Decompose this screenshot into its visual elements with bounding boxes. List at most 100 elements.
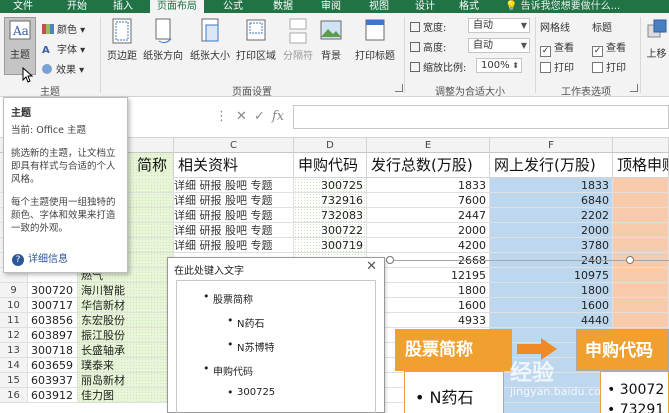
- cell-name[interactable]: 丽岛新材: [78, 373, 174, 388]
- cell-online-shares[interactable]: 2202: [490, 208, 613, 223]
- row-number[interactable]: 15: [0, 373, 28, 388]
- row-number[interactable]: 14: [0, 358, 28, 373]
- tab-format[interactable]: 格式: [452, 0, 486, 13]
- tab-insert[interactable]: 插入: [106, 0, 140, 13]
- column-header-c[interactable]: C: [174, 138, 294, 153]
- cell-online-shares[interactable]: 6840: [490, 193, 613, 208]
- theme-colors-button[interactable]: 颜色 ▾: [42, 21, 85, 36]
- enter-icon[interactable]: ✓: [254, 109, 265, 124]
- tab-home[interactable]: 开始: [60, 0, 94, 13]
- cell-total-shares[interactable]: 4200: [367, 238, 490, 253]
- cell-code[interactable]: 603659: [28, 358, 78, 373]
- cell-limit[interactable]: [613, 193, 669, 208]
- cell-purchase-code[interactable]: 732916: [294, 193, 367, 208]
- tab-page-layout[interactable]: 页面布局: [150, 0, 204, 13]
- theme-effects-button[interactable]: 效果 ▾: [42, 61, 84, 76]
- cell-purchase-code[interactable]: 300719: [294, 238, 367, 253]
- text-pane-editor[interactable]: 股票简称 N药石 N苏博特 申购代码 300725: [176, 280, 376, 413]
- text-pane-item[interactable]: N药石: [227, 314, 265, 330]
- cell-code[interactable]: 603937: [28, 373, 78, 388]
- tab-design[interactable]: 设计: [408, 0, 442, 13]
- cell-limit[interactable]: [613, 178, 669, 193]
- cell-purchase-code[interactable]: 300725: [294, 178, 367, 193]
- more-options-icon[interactable]: ⋮: [215, 109, 228, 124]
- height-select[interactable]: 自动 ▼: [468, 38, 530, 53]
- cell-limit[interactable]: [613, 223, 669, 238]
- header-cell-online[interactable]: 网上发行(万股): [490, 153, 613, 178]
- header-cell-info[interactable]: 相关资料: [174, 153, 294, 178]
- smartart-subshape-stock-name[interactable]: • N药石: [404, 371, 504, 413]
- cell-code[interactable]: 603912: [28, 388, 78, 403]
- cell-limit[interactable]: [613, 238, 669, 253]
- tab-file[interactable]: 文件: [0, 0, 46, 13]
- cell-info[interactable]: 详细 研报 股吧 专题: [174, 193, 294, 208]
- gridlines-view-checkbox[interactable]: ✓ 查看: [540, 39, 574, 57]
- row-number[interactable]: 11: [0, 313, 28, 328]
- width-select[interactable]: 自动 ▼: [468, 18, 530, 33]
- formula-input[interactable]: [293, 105, 669, 129]
- cell-name[interactable]: 长盛轴承: [78, 343, 174, 358]
- smartart-shape-stock-name[interactable]: 股票简称: [395, 329, 512, 371]
- close-icon[interactable]: ✕: [366, 259, 377, 274]
- background-button[interactable]: 背景: [316, 17, 346, 62]
- cell-online-shares[interactable]: 3780: [490, 238, 613, 253]
- row-number[interactable]: 16: [0, 388, 28, 403]
- tab-data[interactable]: 数据: [266, 0, 300, 13]
- cell-total-shares[interactable]: 7600: [367, 193, 490, 208]
- cell-name[interactable]: 佳力图: [78, 388, 174, 403]
- cell-name[interactable]: 璞泰来: [78, 358, 174, 373]
- cell-limit[interactable]: [613, 208, 669, 223]
- cancel-icon[interactable]: ✕: [236, 109, 247, 124]
- header-cell-code[interactable]: 申购代码: [294, 153, 367, 178]
- cell-total-shares[interactable]: 2447: [367, 208, 490, 223]
- cell-info[interactable]: 详细 研报 股吧 专题: [174, 223, 294, 238]
- cell-code[interactable]: 603897: [28, 328, 78, 343]
- scale-stepper[interactable]: 100% ⬍: [476, 58, 522, 73]
- tab-review[interactable]: 审阅: [314, 0, 348, 13]
- cell-code[interactable]: 300717: [28, 298, 78, 313]
- size-button[interactable]: 纸张大小: [188, 17, 232, 62]
- headings-print-checkbox[interactable]: 打印: [592, 59, 626, 74]
- cell-name[interactable]: 海川智能: [78, 283, 174, 298]
- smartart-shape-purchase-code[interactable]: 申购代码: [576, 329, 669, 371]
- sheet-options-launcher-icon[interactable]: [630, 84, 638, 92]
- column-header-d[interactable]: D: [294, 138, 367, 153]
- header-cell-total[interactable]: 发行总数(万股): [367, 153, 490, 178]
- headings-view-checkbox[interactable]: ✓ 查看: [592, 39, 626, 57]
- gridlines-print-checkbox[interactable]: 打印: [540, 59, 574, 74]
- text-pane-item[interactable]: 申购代码: [203, 362, 253, 378]
- resize-handle[interactable]: [626, 256, 634, 264]
- cell-purchase-code[interactable]: 732083: [294, 208, 367, 223]
- theme-fonts-button[interactable]: A 字体 ▾: [42, 41, 85, 56]
- insert-function-icon[interactable]: fx: [272, 109, 284, 124]
- cell-purchase-code[interactable]: 300722: [294, 223, 367, 238]
- margins-button[interactable]: 页边距: [104, 17, 140, 62]
- cell-name[interactable]: 东宏股份: [78, 313, 174, 328]
- cell-name[interactable]: 振江股份: [78, 328, 174, 343]
- cell-info[interactable]: 详细 研报 股吧 专题: [174, 208, 294, 223]
- cell-code[interactable]: 300720: [28, 283, 78, 298]
- cell-online-shares[interactable]: 1833: [490, 178, 613, 193]
- text-pane-item[interactable]: 股票简称: [203, 290, 253, 306]
- tell-me-box[interactable]: 💡 告诉我您想要做什么...: [505, 0, 620, 13]
- print-titles-button[interactable]: 打印标题: [350, 17, 400, 62]
- row-number[interactable]: 10: [0, 298, 28, 313]
- text-pane-item[interactable]: N苏博特: [227, 338, 275, 354]
- cell-online-shares[interactable]: 2000: [490, 223, 613, 238]
- text-pane-item[interactable]: 300725: [227, 386, 275, 399]
- row-number[interactable]: 13: [0, 343, 28, 358]
- cell-info[interactable]: 详细 研报 股吧 专题: [174, 238, 294, 253]
- column-header-e[interactable]: E: [367, 138, 490, 153]
- resize-handle[interactable]: [386, 256, 394, 264]
- tooltip-help-link[interactable]: ? 详细信息: [12, 250, 68, 266]
- row-number[interactable]: 9: [0, 283, 28, 298]
- tab-formulas[interactable]: 公式: [216, 0, 250, 13]
- cell-total-shares[interactable]: 2000: [367, 223, 490, 238]
- bring-forward-button[interactable]: 上移: [644, 17, 669, 60]
- cell-info[interactable]: 详细 研报 股吧 专题: [174, 178, 294, 193]
- column-header-f[interactable]: F: [490, 138, 613, 153]
- cell-code[interactable]: 300718: [28, 343, 78, 358]
- orientation-button[interactable]: 纸张方向: [141, 17, 185, 62]
- cell-name[interactable]: 华信新材: [78, 298, 174, 313]
- header-cell-limit[interactable]: 顶格申购: [613, 153, 669, 178]
